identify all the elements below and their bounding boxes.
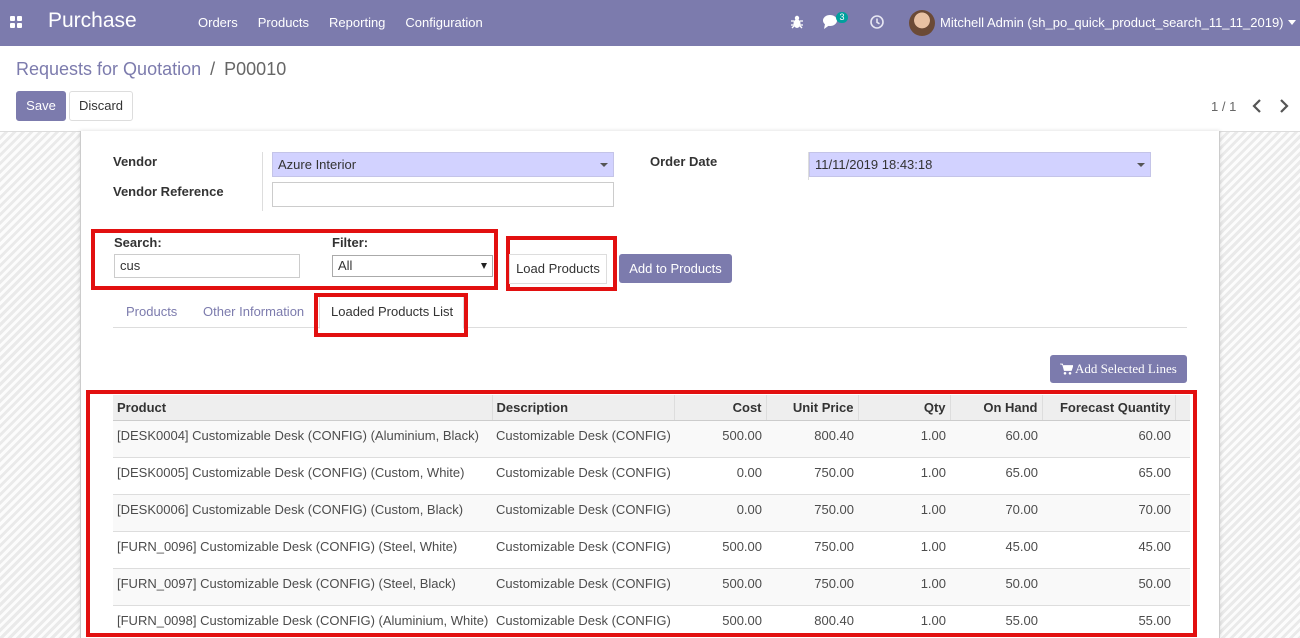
cart-icon bbox=[1060, 363, 1073, 375]
load-products-button[interactable]: Load Products bbox=[509, 254, 607, 284]
menu-item-orders[interactable]: Orders bbox=[188, 0, 248, 46]
chevron-left-icon[interactable] bbox=[1250, 97, 1264, 115]
add-to-products-button[interactable]: Add to Products bbox=[619, 254, 732, 283]
order-date-value: 11/11/2019 18:43:18 bbox=[815, 157, 933, 172]
breadcrumb-current: P00010 bbox=[224, 59, 287, 79]
highlight-box-table bbox=[86, 390, 1197, 637]
menu-item-products[interactable]: Products bbox=[248, 0, 319, 46]
search-label: Search: bbox=[114, 235, 162, 250]
menu-item-configuration[interactable]: Configuration bbox=[395, 0, 492, 46]
user-avatar[interactable] bbox=[909, 10, 935, 36]
caret-down-icon[interactable] bbox=[481, 263, 487, 269]
apps-menu-icon[interactable] bbox=[10, 16, 22, 28]
user-menu[interactable]: Mitchell Admin (sh_po_quick_product_sear… bbox=[940, 0, 1284, 46]
top-navbar: Purchase Orders Products Reporting Confi… bbox=[0, 0, 1300, 46]
add-selected-lines-button[interactable]: Add Selected Lines bbox=[1050, 355, 1187, 383]
app-name: Purchase bbox=[48, 9, 137, 32]
tabs-divider bbox=[113, 327, 1187, 328]
save-button[interactable]: Save bbox=[16, 91, 66, 121]
filter-select[interactable]: All bbox=[332, 255, 493, 277]
vendor-label: Vendor bbox=[113, 154, 158, 169]
pager-value: 1 / 1 bbox=[1211, 99, 1237, 114]
chevron-down-icon[interactable] bbox=[1288, 20, 1296, 25]
breadcrumb-parent[interactable]: Requests for Quotation bbox=[16, 59, 201, 79]
bug-icon[interactable] bbox=[789, 14, 805, 30]
vendor-field[interactable]: Azure Interior bbox=[272, 152, 614, 177]
add-selected-lines-label: Add Selected Lines bbox=[1075, 361, 1177, 376]
filter-value: All bbox=[338, 258, 353, 273]
chevron-right-icon[interactable] bbox=[1277, 97, 1291, 115]
highlight-box-tab bbox=[314, 293, 468, 337]
tab-products[interactable]: Products bbox=[126, 304, 177, 319]
chat-count-badge: 3 bbox=[836, 12, 848, 23]
main-menu: Orders Products Reporting Configuration bbox=[188, 0, 493, 46]
caret-down-icon[interactable] bbox=[600, 163, 608, 167]
discard-button[interactable]: Discard bbox=[69, 91, 133, 121]
vendor-reference-label: Vendor Reference bbox=[113, 184, 224, 199]
menu-item-reporting[interactable]: Reporting bbox=[319, 0, 395, 46]
vendor-reference-field[interactable] bbox=[272, 182, 614, 207]
divider bbox=[262, 152, 263, 211]
order-date-label: Order Date bbox=[650, 154, 718, 169]
search-input[interactable]: cus bbox=[114, 254, 300, 278]
breadcrumb-separator: / bbox=[210, 59, 216, 79]
clock-icon[interactable] bbox=[869, 14, 885, 30]
order-date-field[interactable]: 11/11/2019 18:43:18 bbox=[809, 152, 1151, 177]
caret-down-icon[interactable] bbox=[1137, 163, 1145, 167]
vendor-value: Azure Interior bbox=[278, 157, 357, 172]
filter-label: Filter: bbox=[332, 235, 369, 250]
tab-other-information[interactable]: Other Information bbox=[203, 304, 304, 319]
breadcrumb: Requests for Quotation / P00010 bbox=[16, 59, 286, 80]
